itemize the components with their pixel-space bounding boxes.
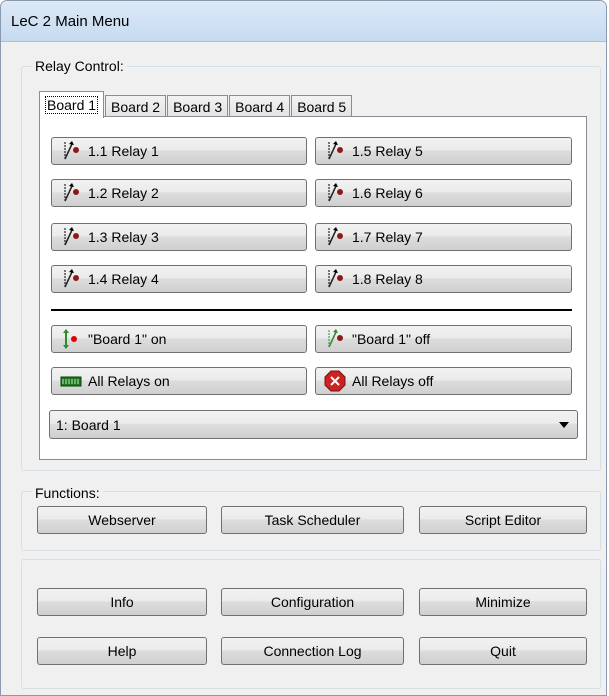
relay-divider [51, 309, 572, 311]
script-editor-button[interactable]: Script Editor [419, 506, 587, 534]
all-relays-on-button[interactable]: All Relays on [51, 367, 307, 395]
connection-log-label: Connection Log [263, 643, 362, 659]
task-scheduler-button[interactable]: Task Scheduler [221, 506, 404, 534]
quit-label: Quit [490, 643, 516, 659]
relay-2-label: 1.2 Relay 2 [88, 185, 159, 201]
relay-2-button[interactable]: 1.2 Relay 2 [51, 179, 307, 207]
all-relays-off-label: All Relays off [352, 373, 434, 389]
relay-switch-icon [64, 141, 79, 160]
tab-board-4[interactable]: Board 4 [229, 95, 291, 117]
relay-5-button[interactable]: 1.5 Relay 5 [315, 137, 572, 165]
relay-8-label: 1.8 Relay 8 [352, 271, 423, 287]
main-window: LeC 2 Main Menu Relay Control: Board 1 B… [0, 0, 607, 696]
relay-6-button[interactable]: 1.6 Relay 6 [315, 179, 572, 207]
stop-icon [324, 370, 346, 392]
tab-board-2[interactable]: Board 2 [105, 95, 167, 117]
relay-8-button[interactable]: 1.8 Relay 8 [315, 265, 572, 293]
webserver-button[interactable]: Webserver [37, 506, 207, 534]
connection-log-button[interactable]: Connection Log [221, 637, 404, 665]
relay-6-label: 1.6 Relay 6 [352, 185, 423, 201]
title-bar: LeC 2 Main Menu [1, 1, 606, 42]
relay-4-button[interactable]: 1.4 Relay 4 [51, 265, 307, 293]
window-title: LeC 2 Main Menu [11, 12, 130, 30]
board-select-value: 1: Board 1 [56, 416, 121, 433]
switch-off-icon [328, 329, 343, 348]
relay-switch-icon [328, 183, 343, 202]
board-on-button[interactable]: "Board 1" on [51, 325, 307, 353]
script-editor-label: Script Editor [464, 512, 542, 528]
functions-label: Functions: [32, 485, 103, 501]
relay-control-label: Relay Control: [32, 58, 127, 74]
all-relays-off-button[interactable]: All Relays off [315, 367, 572, 395]
switch-on-icon [63, 329, 77, 349]
relay-switch-icon [328, 141, 343, 160]
relay-switch-icon [64, 269, 79, 288]
configuration-label: Configuration [270, 594, 355, 610]
relay-switch-icon [64, 227, 79, 246]
relay-switch-icon [328, 269, 343, 288]
relay-1-label: 1.1 Relay 1 [88, 143, 159, 159]
all-relays-on-label: All Relays on [88, 373, 170, 389]
relay-switch-icon [64, 183, 79, 202]
info-label: Info [110, 594, 134, 610]
relay-switch-icon [328, 227, 343, 246]
board-select[interactable]: 1: Board 1 [49, 410, 578, 439]
board-off-label: "Board 1" off [352, 331, 431, 347]
tab-board-5[interactable]: Board 5 [291, 95, 353, 117]
webserver-label: Webserver [88, 512, 156, 528]
chevron-down-icon [559, 422, 569, 428]
relay-7-label: 1.7 Relay 7 [352, 229, 423, 245]
relay-3-label: 1.3 Relay 3 [88, 229, 159, 245]
minimize-label: Minimize [475, 594, 531, 610]
relay-4-label: 1.4 Relay 4 [88, 271, 159, 287]
tab-board-3[interactable]: Board 3 [167, 95, 229, 117]
relay-3-button[interactable]: 1.3 Relay 3 [51, 223, 307, 251]
relay-board-icon [60, 376, 82, 387]
board-tabs: Board 1 Board 2 Board 3 Board 4 Board 5 [39, 91, 353, 118]
info-button[interactable]: Info [37, 588, 207, 616]
relay-5-label: 1.5 Relay 5 [352, 143, 423, 159]
help-button[interactable]: Help [37, 637, 207, 665]
minimize-button[interactable]: Minimize [419, 588, 587, 616]
quit-button[interactable]: Quit [419, 637, 587, 665]
board-off-button[interactable]: "Board 1" off [315, 325, 572, 353]
task-scheduler-label: Task Scheduler [264, 512, 361, 528]
tab-board-1[interactable]: Board 1 [39, 91, 105, 118]
bottom-group [21, 559, 601, 689]
board-on-label: "Board 1" on [88, 331, 167, 347]
relay-7-button[interactable]: 1.7 Relay 7 [315, 223, 572, 251]
configuration-button[interactable]: Configuration [221, 588, 404, 616]
help-label: Help [107, 643, 137, 659]
relay-1-button[interactable]: 1.1 Relay 1 [51, 137, 307, 165]
